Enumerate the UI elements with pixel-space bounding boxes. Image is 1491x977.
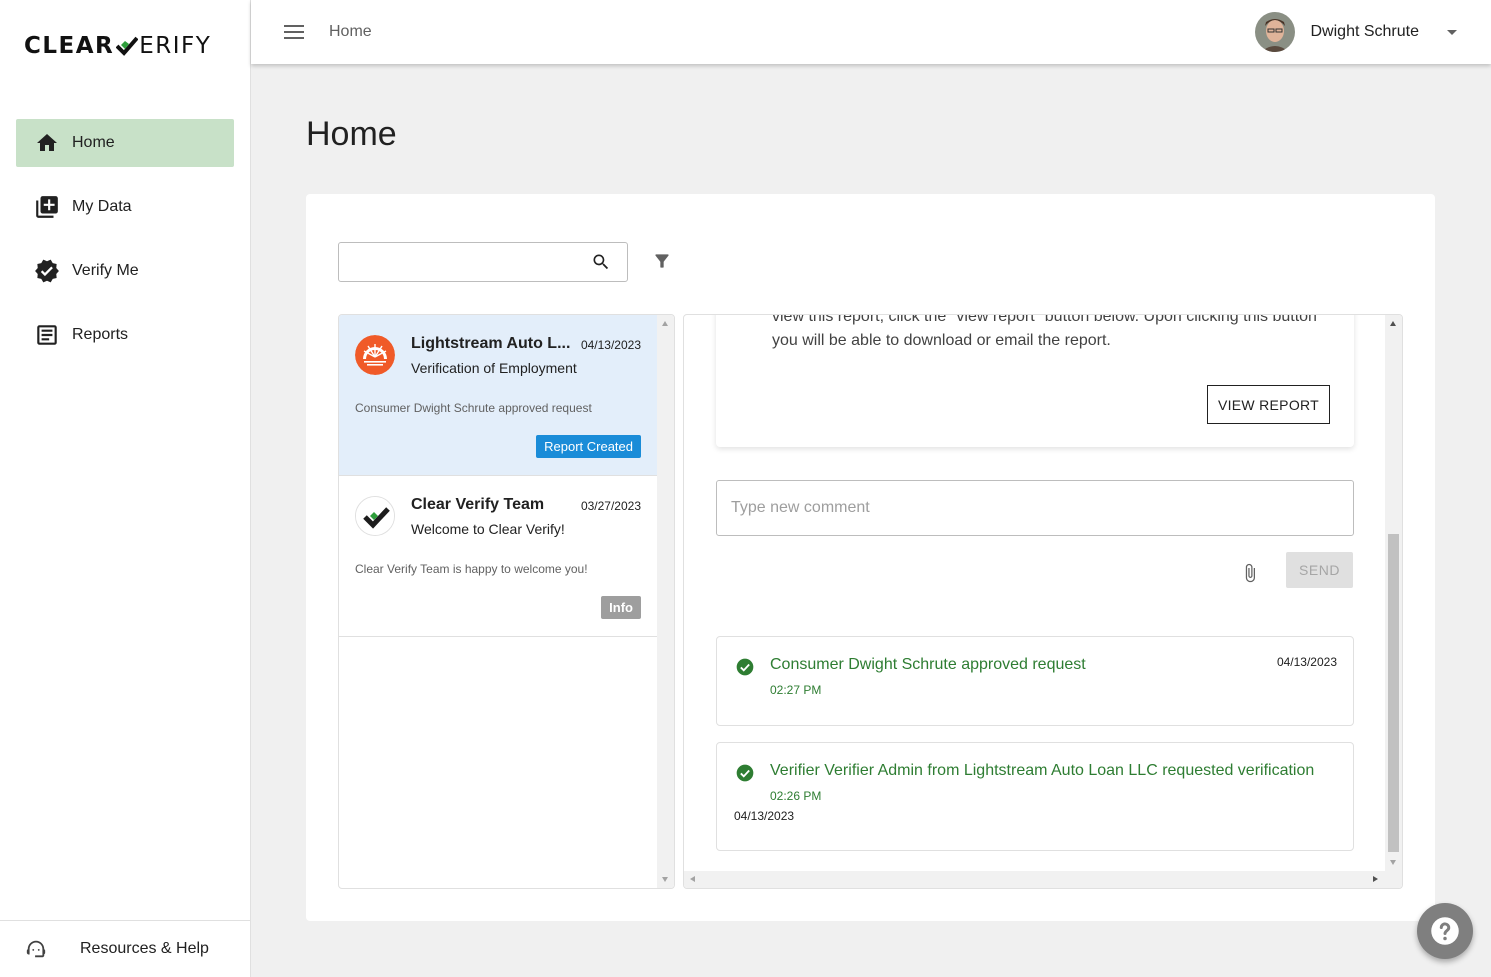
sidebar-nav: Home My Data Verify Me Reports bbox=[16, 119, 234, 375]
activity-text: Verifier Verifier Admin from Lightstream… bbox=[770, 762, 1315, 779]
support-agent-icon bbox=[24, 937, 48, 961]
messages-card: Lightstream Auto L... 04/13/2023 Verific… bbox=[306, 194, 1435, 921]
detail-vertical-scrollbar[interactable] bbox=[1385, 315, 1402, 871]
scroll-right-icon[interactable] bbox=[1373, 876, 1378, 882]
sidebar-item-reports[interactable]: Reports bbox=[16, 311, 234, 359]
sidebar: CLEAR ERIFY Home My Data Verify Me Repor… bbox=[0, 0, 251, 977]
scroll-up-icon[interactable] bbox=[1390, 321, 1396, 326]
message-list: Lightstream Auto L... 04/13/2023 Verific… bbox=[338, 314, 675, 889]
clear-verify-logo-icon bbox=[355, 496, 395, 536]
scroll-down-icon[interactable] bbox=[662, 877, 668, 882]
scrollbar-thumb[interactable] bbox=[1388, 534, 1399, 852]
logo-check-icon bbox=[116, 36, 139, 56]
sidebar-item-label: My Data bbox=[72, 198, 132, 215]
avatar bbox=[1254, 12, 1295, 52]
report-icon bbox=[34, 322, 60, 348]
report-description-line: view this report, click the "view report… bbox=[772, 314, 1317, 325]
activity-item: Consumer Dwight Schrute approved request… bbox=[716, 636, 1354, 726]
user-name: Dwight Schrute bbox=[1310, 23, 1420, 40]
report-description: view this report, click the "view report… bbox=[772, 314, 1332, 353]
activity-date: 04/13/2023 bbox=[1276, 655, 1337, 669]
verified-badge-icon bbox=[34, 258, 60, 284]
detail-horizontal-scrollbar[interactable] bbox=[684, 871, 1402, 888]
status-badge: Report Created bbox=[536, 435, 641, 458]
top-app-bar: Home Dwight Schrute bbox=[251, 0, 1491, 64]
message-preview: Clear Verify Team is happy to welcome yo… bbox=[355, 562, 588, 576]
logo-text-clear: CLEAR bbox=[24, 33, 115, 59]
message-preview: Consumer Dwight Schrute approved request bbox=[355, 401, 592, 415]
filter-button[interactable] bbox=[652, 251, 674, 273]
report-description-line: you will be able to download or email th… bbox=[772, 332, 1111, 349]
sidebar-item-verify-me[interactable]: Verify Me bbox=[16, 247, 234, 295]
scroll-left-icon[interactable] bbox=[690, 876, 695, 882]
hamburger-menu-icon bbox=[284, 25, 304, 39]
scroll-up-icon[interactable] bbox=[662, 321, 668, 326]
message-date: 03/27/2023 bbox=[580, 499, 641, 513]
activity-date: 04/13/2023 bbox=[734, 809, 795, 823]
list-scrollbar[interactable] bbox=[657, 315, 674, 888]
paperclip-icon bbox=[1245, 563, 1255, 583]
message-subtitle: Verification of Employment bbox=[411, 360, 577, 376]
search-input[interactable] bbox=[339, 243, 579, 281]
caret-down-icon bbox=[1447, 29, 1457, 35]
home-icon bbox=[34, 130, 60, 156]
page-title: Home bbox=[306, 115, 397, 153]
lightstream-logo-icon bbox=[355, 335, 395, 375]
logo-text-verify: ERIFY bbox=[139, 33, 212, 59]
message-subtitle: Welcome to Clear Verify! bbox=[411, 521, 565, 537]
message-title: Lightstream Auto L... bbox=[411, 335, 571, 352]
message-title: Clear Verify Team bbox=[411, 496, 545, 513]
search-icon[interactable] bbox=[591, 252, 611, 277]
activity-time: 02:26 PM bbox=[770, 789, 822, 803]
message-date: 04/13/2023 bbox=[580, 338, 641, 352]
add-document-icon bbox=[34, 194, 60, 220]
list-item[interactable]: Lightstream Auto L... 04/13/2023 Verific… bbox=[339, 315, 657, 476]
sidebar-item-label: Reports bbox=[72, 326, 129, 343]
sidebar-item-label: Verify Me bbox=[72, 262, 139, 279]
help-button[interactable] bbox=[1417, 903, 1473, 959]
resources-help-label: Resources & Help bbox=[80, 940, 209, 957]
attach-file-button[interactable] bbox=[1240, 560, 1260, 586]
filter-icon bbox=[655, 254, 669, 268]
check-circle-icon bbox=[736, 764, 754, 782]
menu-toggle-button[interactable] bbox=[283, 21, 305, 43]
list-item[interactable]: Clear Verify Team 03/27/2023 Welcome to … bbox=[339, 476, 657, 637]
sidebar-item-label: Home bbox=[72, 134, 115, 151]
user-menu[interactable]: Dwight Schrute bbox=[1254, 12, 1457, 52]
comment-input[interactable] bbox=[716, 480, 1354, 536]
message-detail-panel: view this report, click the "view report… bbox=[683, 314, 1403, 889]
sidebar-item-home[interactable]: Home bbox=[16, 119, 234, 167]
status-badge: Info bbox=[601, 596, 641, 619]
activity-time: 02:27 PM bbox=[770, 683, 822, 697]
search-box bbox=[338, 242, 628, 282]
resources-help-link[interactable]: Resources & Help bbox=[0, 920, 250, 977]
help-circle-icon bbox=[1431, 917, 1459, 945]
breadcrumb: Home bbox=[329, 23, 372, 40]
check-circle-icon bbox=[736, 658, 754, 676]
send-button[interactable]: SEND bbox=[1286, 552, 1353, 588]
activity-text: Consumer Dwight Schrute approved request bbox=[770, 656, 1086, 673]
sidebar-item-my-data[interactable]: My Data bbox=[16, 183, 234, 231]
activity-item: Verifier Verifier Admin from Lightstream… bbox=[716, 742, 1354, 851]
clear-verify-logo[interactable]: CLEAR ERIFY bbox=[24, 30, 211, 62]
scroll-down-icon[interactable] bbox=[1390, 860, 1396, 865]
report-card: view this report, click the "view report… bbox=[716, 314, 1354, 447]
view-report-button[interactable]: VIEW REPORT bbox=[1207, 385, 1330, 424]
